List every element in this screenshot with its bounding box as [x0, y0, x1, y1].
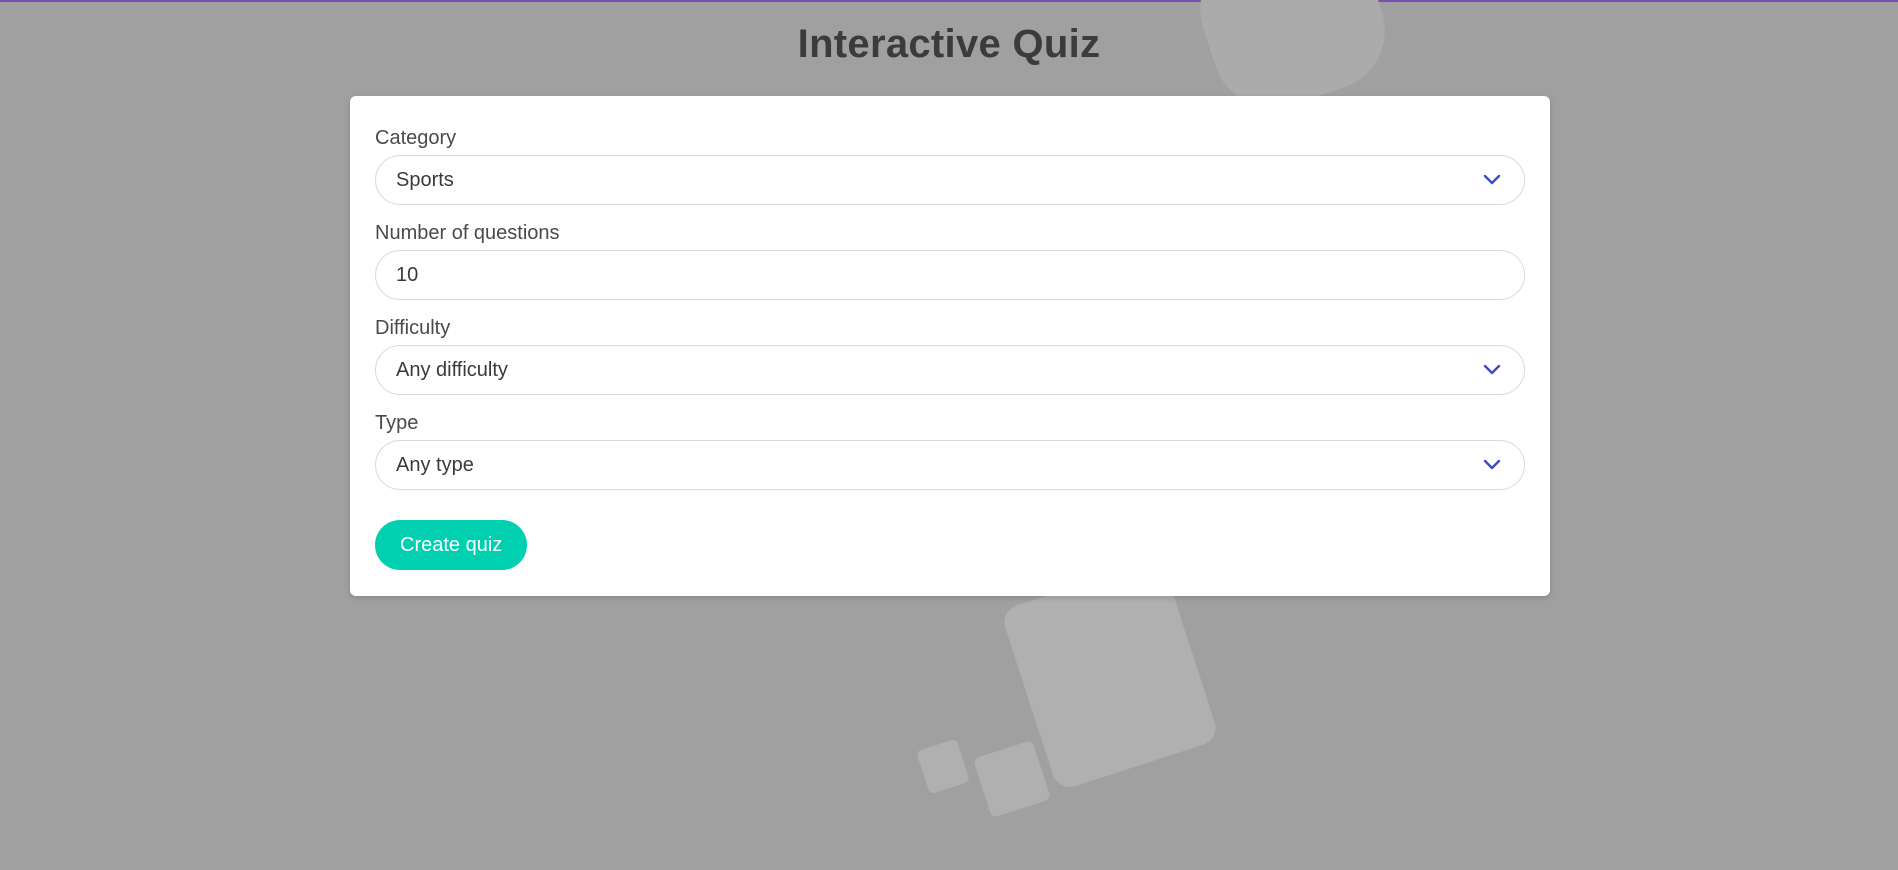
- type-label: Type: [375, 412, 419, 434]
- background-shape: [916, 738, 970, 795]
- type-selected-value: Any type: [396, 454, 474, 476]
- create-quiz-button[interactable]: Create quiz: [375, 520, 528, 570]
- chevron-down-icon: [1483, 459, 1501, 470]
- num-questions-input[interactable]: 10: [375, 250, 1525, 300]
- category-selected-value: Sports: [396, 169, 454, 191]
- background-shape: [972, 739, 1052, 819]
- category-label: Category: [375, 127, 457, 149]
- top-border: [0, 0, 1898, 2]
- type-select[interactable]: Any type: [375, 440, 1525, 490]
- num-questions-value: 10: [396, 264, 419, 286]
- difficulty-selected-value: Any difficulty: [396, 359, 508, 381]
- page-title: Interactive Quiz: [797, 22, 1101, 66]
- category-select[interactable]: Sports: [375, 155, 1525, 205]
- chevron-down-icon: [1483, 174, 1501, 185]
- num-questions-label: Number of questions: [375, 222, 560, 244]
- difficulty-label: Difficulty: [375, 317, 451, 339]
- chevron-down-icon: [1483, 364, 1501, 375]
- quiz-settings-card: Category Sports Number of questions 10 D…: [350, 96, 1550, 596]
- difficulty-select[interactable]: Any difficulty: [375, 345, 1525, 395]
